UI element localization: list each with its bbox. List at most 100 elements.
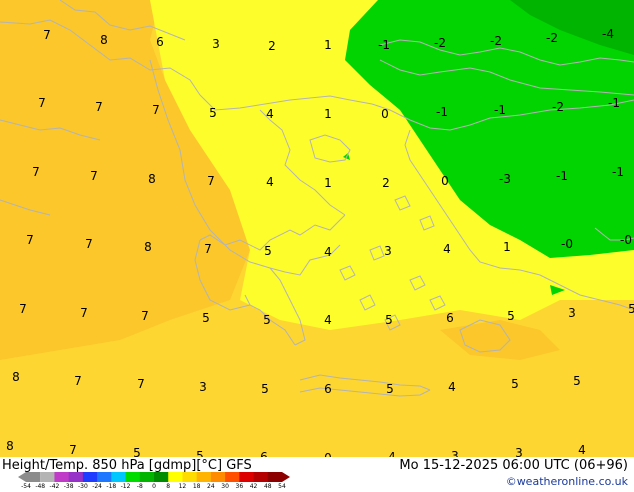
color-legend-tick: -12 bbox=[120, 483, 131, 490]
temperature-value: 3 bbox=[199, 380, 207, 394]
color-legend-tick: -48 bbox=[35, 483, 46, 490]
color-legend-swatch bbox=[253, 472, 269, 482]
color-legend-swatch bbox=[225, 472, 240, 482]
color-legend-tick: 18 bbox=[192, 483, 201, 490]
temperature-value: 3 bbox=[568, 306, 576, 320]
temperature-value: 7 bbox=[80, 306, 88, 320]
temperature-value: 5 bbox=[628, 302, 634, 316]
temperature-value: -1 bbox=[494, 103, 506, 117]
temperature-value: -1 bbox=[608, 96, 620, 110]
temperature-value: 5 bbox=[261, 382, 269, 396]
color-legend-tick: -18 bbox=[106, 483, 117, 490]
color-legend-tick: 8 bbox=[166, 483, 171, 490]
temperature-value: 4 bbox=[578, 443, 586, 457]
temperature-value: 8 bbox=[148, 172, 156, 186]
color-legend-swatch bbox=[267, 472, 290, 482]
temperature-value: 6 bbox=[324, 382, 332, 396]
color-legend-tick: 0 bbox=[152, 483, 156, 490]
temperature-value: 7 bbox=[19, 302, 27, 316]
temperature-value: 0 bbox=[441, 174, 449, 188]
color-legend-tick: 12 bbox=[178, 483, 187, 490]
temperature-value: 5 bbox=[196, 449, 204, 457]
temperature-value: 5 bbox=[385, 313, 393, 327]
color-legend-tick: -54 bbox=[21, 483, 31, 490]
temperature-value: 7 bbox=[85, 237, 93, 251]
color-legend-swatch bbox=[239, 472, 255, 482]
temperature-value: 7 bbox=[152, 103, 160, 117]
temperature-value: 7 bbox=[141, 309, 149, 323]
temperature-value: 7 bbox=[204, 242, 212, 256]
temperature-value: 5 bbox=[263, 313, 271, 327]
temperature-value: 7 bbox=[74, 374, 82, 388]
color-legend-swatch bbox=[210, 472, 226, 482]
temperature-value: 3 bbox=[212, 37, 220, 51]
temperature-value: 5 bbox=[209, 106, 217, 120]
temperature-value: 8 bbox=[6, 439, 14, 453]
temperature-value: 3 bbox=[384, 244, 392, 258]
temperature-value: 5 bbox=[386, 382, 394, 396]
temperature-value: 0 bbox=[381, 107, 389, 121]
credit-link[interactable]: ©weatheronline.co.uk bbox=[506, 475, 628, 488]
temperature-value: 3 bbox=[451, 449, 459, 457]
temperature-value: -4 bbox=[602, 27, 614, 41]
temperature-value: -1 bbox=[378, 38, 390, 52]
temperature-value: 7 bbox=[43, 28, 51, 42]
temperature-value: 5 bbox=[202, 311, 210, 325]
map-title: Height/Temp. 850 hPa [gdmp][°C] GFS bbox=[2, 458, 252, 473]
temperature-value: 1 bbox=[324, 176, 332, 190]
temperature-value: 1 bbox=[324, 38, 332, 52]
temperature-value: 8 bbox=[12, 370, 20, 384]
temperature-value: 6 bbox=[446, 311, 454, 325]
temperature-value: -2 bbox=[490, 34, 502, 48]
color-legend-tick: 30 bbox=[221, 483, 229, 490]
color-legend-swatch bbox=[97, 472, 112, 482]
map-footer: Height/Temp. 850 hPa [gdmp][°C] GFS Mo 1… bbox=[0, 457, 634, 490]
temperature-value: 5 bbox=[133, 446, 141, 457]
temperature-value: 4 bbox=[324, 245, 332, 259]
color-legend-tick: 48 bbox=[263, 483, 272, 490]
temperature-value: 7 bbox=[90, 169, 98, 183]
color-legend-swatch bbox=[125, 472, 141, 482]
color-legend-tick: -8 bbox=[136, 483, 143, 490]
color-legend-tick: -38 bbox=[63, 483, 74, 490]
color-legend-swatch bbox=[40, 472, 55, 482]
color-legend-swatch bbox=[111, 472, 127, 482]
weather-map: 7 8 6 3 2 1 -1 -2 -2 -2 -4 7 7 7 5 4 1 0 -1 -1 -2 -1 7 7 8 7 4 1 2 0 -… bbox=[0, 0, 634, 457]
color-legend-swatch bbox=[82, 472, 98, 482]
temperature-value: 4 bbox=[443, 242, 451, 256]
color-legend-swatch bbox=[154, 472, 169, 482]
color-legend-swatch bbox=[139, 472, 155, 482]
temperature-value: 8 bbox=[100, 33, 108, 47]
temperature-value: 2 bbox=[268, 39, 276, 53]
temperature-value: -2 bbox=[434, 36, 446, 50]
temperature-value: 2 bbox=[382, 176, 390, 190]
temperature-value: 6 bbox=[156, 35, 164, 49]
color-legend-tick: 36 bbox=[235, 483, 244, 490]
color-legend-ticks: -54 -48 -42 -38 -30 -24 -18 -12 -8 0 8 12 18 24 30 36 42… bbox=[18, 484, 290, 492]
temperature-value: -1 bbox=[612, 165, 624, 179]
temperature-value: 1 bbox=[503, 240, 511, 254]
temperature-value: 4 bbox=[266, 107, 274, 121]
temperature-value: 5 bbox=[264, 244, 272, 258]
temperature-value: 7 bbox=[38, 96, 46, 110]
temperature-field bbox=[0, 0, 634, 457]
temperature-value: -2 bbox=[546, 31, 558, 45]
temperature-value: -3 bbox=[499, 172, 511, 186]
temperature-value: -2 bbox=[552, 100, 564, 114]
temperature-value: 7 bbox=[95, 100, 103, 114]
temperature-value: 4 bbox=[448, 380, 456, 394]
temperature-value: -0 bbox=[620, 233, 632, 247]
color-legend-tick: 24 bbox=[207, 483, 215, 490]
temperature-value: 7 bbox=[207, 174, 215, 188]
color-legend-tick: -30 bbox=[77, 483, 88, 490]
temperature-value: 3 bbox=[515, 446, 523, 457]
temperature-value: -0 bbox=[561, 237, 573, 251]
color-legend-swatch bbox=[18, 472, 41, 482]
temperature-value: -1 bbox=[556, 169, 568, 183]
temperature-value: 7 bbox=[32, 165, 40, 179]
temperature-value: 4 bbox=[266, 175, 274, 189]
color-legend-swatch bbox=[168, 472, 183, 482]
temperature-value: 7 bbox=[137, 377, 145, 391]
forecast-datetime: Mo 15-12-2025 06:00 UTC (06+96) bbox=[399, 458, 628, 473]
color-legend-tick: -42 bbox=[49, 483, 60, 490]
